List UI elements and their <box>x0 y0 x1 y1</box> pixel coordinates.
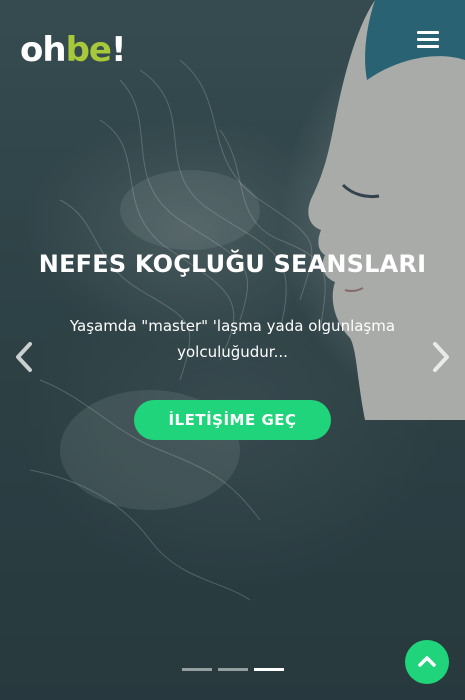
chevron-right-icon[interactable] <box>429 340 453 374</box>
hamburger-menu-icon[interactable] <box>417 31 439 49</box>
logo-text-be: be <box>65 30 112 70</box>
logo[interactable]: ohbe! <box>20 30 126 70</box>
navbar: ohbe! <box>0 0 465 90</box>
carousel-indicator-2[interactable] <box>218 668 248 671</box>
chevron-up-icon <box>418 656 436 667</box>
logo-text-oh: oh <box>20 30 67 70</box>
slide-title: NEFES KOÇLUĞU SEANSLARI <box>38 250 427 278</box>
slide-subtitle: Yaşamda "master" 'laşma yada olgunlaşma … <box>69 317 396 361</box>
carousel-indicator-3[interactable] <box>254 668 284 671</box>
chevron-left-icon[interactable] <box>12 340 36 374</box>
carousel-indicators <box>182 668 292 674</box>
carousel-indicator-1[interactable] <box>182 668 212 671</box>
scroll-to-top-button[interactable] <box>405 640 449 684</box>
logo-text-exclamation: ! <box>110 30 126 70</box>
hero-carousel: ohbe! NEFES KOÇLUĞU SEANSLARI Yaşamda "m… <box>0 0 465 700</box>
contact-button[interactable]: İLETİŞİME GEÇ <box>134 400 331 440</box>
